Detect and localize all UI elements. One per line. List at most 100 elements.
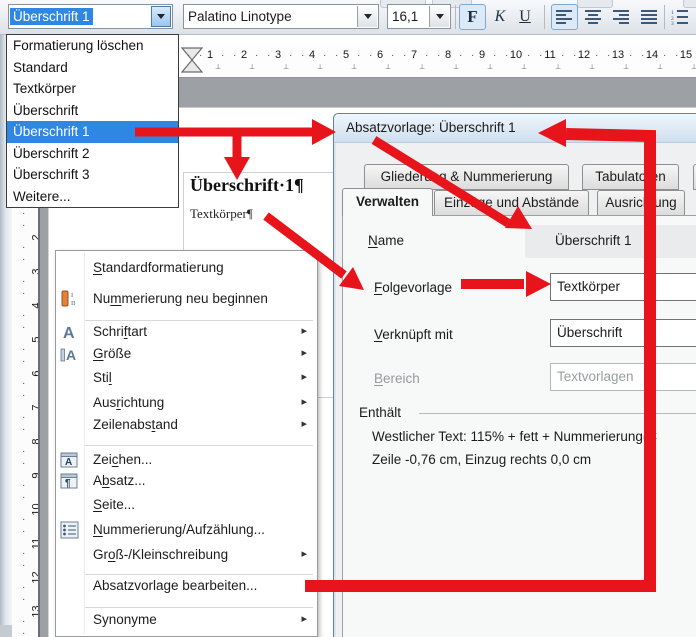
- ruler-dot: ·: [595, 50, 598, 61]
- ruler-dot: ·: [22, 220, 25, 231]
- align-left-button[interactable]: [551, 4, 578, 30]
- ruler-number: 12: [576, 49, 592, 61]
- style-option[interactable]: Formatierung löschen: [7, 35, 178, 57]
- context-menu-item[interactable]: ASchriftart▸: [56, 321, 317, 345]
- context-menu-item[interactable]: Groß-/Kleinschreibung▸: [56, 544, 317, 568]
- align-justify-button[interactable]: [636, 4, 662, 30]
- svg-text:A: A: [63, 325, 75, 341]
- style-option[interactable]: Standard: [7, 57, 178, 79]
- tab-ausrichtung[interactable]: Ausrichtung: [597, 190, 685, 216]
- ruler-dot: ·: [323, 50, 326, 61]
- ruler-number: 11: [542, 49, 558, 61]
- style-option[interactable]: Überschrift 1: [7, 121, 178, 143]
- context-menu-item[interactable]: AGröße▸: [56, 343, 317, 367]
- enthaelt-group-rule: [419, 413, 696, 414]
- ruler-dot: ·: [289, 50, 292, 61]
- align-right-icon: [613, 10, 630, 24]
- svg-text:A: A: [66, 347, 76, 363]
- ruler-tab-tick: ⊥: [283, 63, 289, 71]
- dialog-title: Absatzvorlage: Überschrift 1: [346, 120, 516, 135]
- paragraph-style-combo[interactable]: Überschrift 1: [8, 4, 173, 29]
- paragraph-style-dropdown-button[interactable]: [151, 6, 171, 27]
- svg-text:3: 3: [671, 21, 674, 25]
- bereich-label: Bereich: [374, 371, 420, 386]
- contains-line: Westlicher Text: 115% + fett + Nummerier…: [372, 429, 657, 444]
- ruler-tab-tick: ⊥: [487, 63, 493, 71]
- dialog-titlebar[interactable]: Absatzvorlage: Überschrift 1: [334, 114, 696, 143]
- context-menu-item[interactable]: Stil▸: [56, 367, 317, 391]
- document-body-text[interactable]: Textkörper¶: [190, 206, 253, 222]
- paragraph-style-dialog: Absatzvorlage: Überschrift 1 Gliederung …: [333, 113, 696, 637]
- context-menu-item[interactable]: Synonyme▸: [56, 609, 317, 633]
- context-menu-item[interactable]: Seite...: [56, 494, 317, 518]
- align-justify-icon: [641, 10, 658, 24]
- toolbar-separator: [455, 5, 456, 29]
- context-menu: Standardformatierung IIINummerierung neu …: [55, 250, 318, 637]
- ruler-dot: ·: [505, 50, 508, 61]
- style-option[interactable]: Überschrift: [7, 100, 178, 122]
- font-size-dropdown-button[interactable]: [429, 6, 449, 27]
- contains-line: Zeile -0,76 cm, Einzug rechts 0,0 cm: [372, 452, 591, 467]
- ruler-dot: ·: [335, 50, 338, 61]
- context-menu-item[interactable]: Nummerierung/Aufzählung...: [56, 519, 317, 543]
- font-name-dropdown-button[interactable]: [357, 6, 377, 27]
- ruler-number: 9: [474, 49, 490, 61]
- svg-text:I: I: [71, 292, 73, 299]
- ruler-tab-tick: ⊥: [691, 63, 696, 71]
- verknuepft-mit-field[interactable]: Überschrift: [550, 319, 696, 347]
- ruler-dot: ·: [267, 50, 270, 61]
- bereich-field[interactable]: Textvorlagen: [550, 363, 696, 391]
- ruler-tab-tick: ⊥: [419, 63, 425, 71]
- context-menu-item[interactable]: Absatzvorlage bearbeiten...: [56, 575, 317, 599]
- formatting-toolbar: Überschrift 1 Palatino Linotype 16,1 F K…: [0, 0, 696, 35]
- svg-text:¶: ¶: [65, 478, 71, 489]
- context-menu-item[interactable]: Ausrichtung▸: [56, 392, 317, 416]
- submenu-arrow-icon: ▸: [301, 346, 307, 359]
- submenu-arrow-icon: ▸: [301, 417, 307, 430]
- tab-tabulatoren[interactable]: Tabulatoren: [582, 164, 679, 190]
- ruler-number: 7: [406, 49, 422, 61]
- ruler-dot: ·: [22, 310, 25, 321]
- style-option[interactable]: Überschrift 2: [7, 143, 178, 165]
- style-option[interactable]: Überschrift 3: [7, 164, 178, 186]
- tab-verwalten[interactable]: Verwalten: [342, 188, 433, 216]
- context-menu-item[interactable]: Standardformatierung: [56, 257, 317, 281]
- ruler-dot: ·: [22, 548, 25, 559]
- font-size-combo[interactable]: 16,1: [387, 4, 451, 29]
- ruler-dot: ·: [573, 50, 576, 61]
- context-menu-item[interactable]: IIINummerierung neu beginnen: [56, 288, 317, 312]
- ruler-number: 6: [372, 49, 388, 61]
- font-size-value: 16,1: [392, 9, 418, 24]
- bold-button[interactable]: F: [459, 4, 486, 30]
- align-left-icon: [556, 10, 573, 24]
- style-option[interactable]: Textkörper: [7, 78, 178, 100]
- ruler-dot: ·: [437, 50, 440, 61]
- align-right-button[interactable]: [608, 4, 634, 30]
- context-menu-item[interactable]: Zeilenabstand▸: [56, 414, 317, 438]
- ruler-dot: ·: [22, 254, 25, 265]
- context-menu-item[interactable]: ¶Absatz...: [56, 470, 317, 494]
- paragraph-style-dropdown-list: Formatierung löschenStandardTextkörperÜb…: [6, 34, 179, 208]
- font-name-value: Palatino Linotype: [188, 9, 292, 24]
- underline-button[interactable]: U: [513, 4, 537, 30]
- italic-button[interactable]: K: [488, 4, 512, 30]
- numbered-list-button[interactable]: 123: [668, 4, 692, 30]
- character-dialog-icon: A: [60, 451, 80, 469]
- ruler-number: 8: [440, 49, 456, 61]
- ruler-dot: ·: [22, 458, 25, 469]
- document-heading-text[interactable]: Überschrift·1¶: [190, 175, 304, 196]
- align-center-button[interactable]: [580, 4, 606, 30]
- tab-gliederung-nummerierung[interactable]: Gliederung & Nummerierung: [364, 164, 569, 190]
- style-option[interactable]: Weitere...: [7, 186, 178, 208]
- ruler-tab-tick: ⊥: [555, 63, 561, 71]
- chevron-down-icon: [157, 14, 165, 23]
- ruler-dot: ·: [22, 356, 25, 367]
- folgevorlage-field[interactable]: Textkörper: [550, 273, 696, 301]
- ruler-dot: ·: [369, 50, 372, 61]
- tab-einzuege-abstaende[interactable]: Einzüge und Abstände: [434, 190, 589, 216]
- ruler-dot: ·: [641, 50, 644, 61]
- name-value[interactable]: Überschrift 1: [525, 225, 696, 258]
- ruler-number: 10: [508, 49, 524, 61]
- font-name-combo[interactable]: Palatino Linotype: [183, 4, 379, 29]
- context-menu-separator: [85, 445, 313, 446]
